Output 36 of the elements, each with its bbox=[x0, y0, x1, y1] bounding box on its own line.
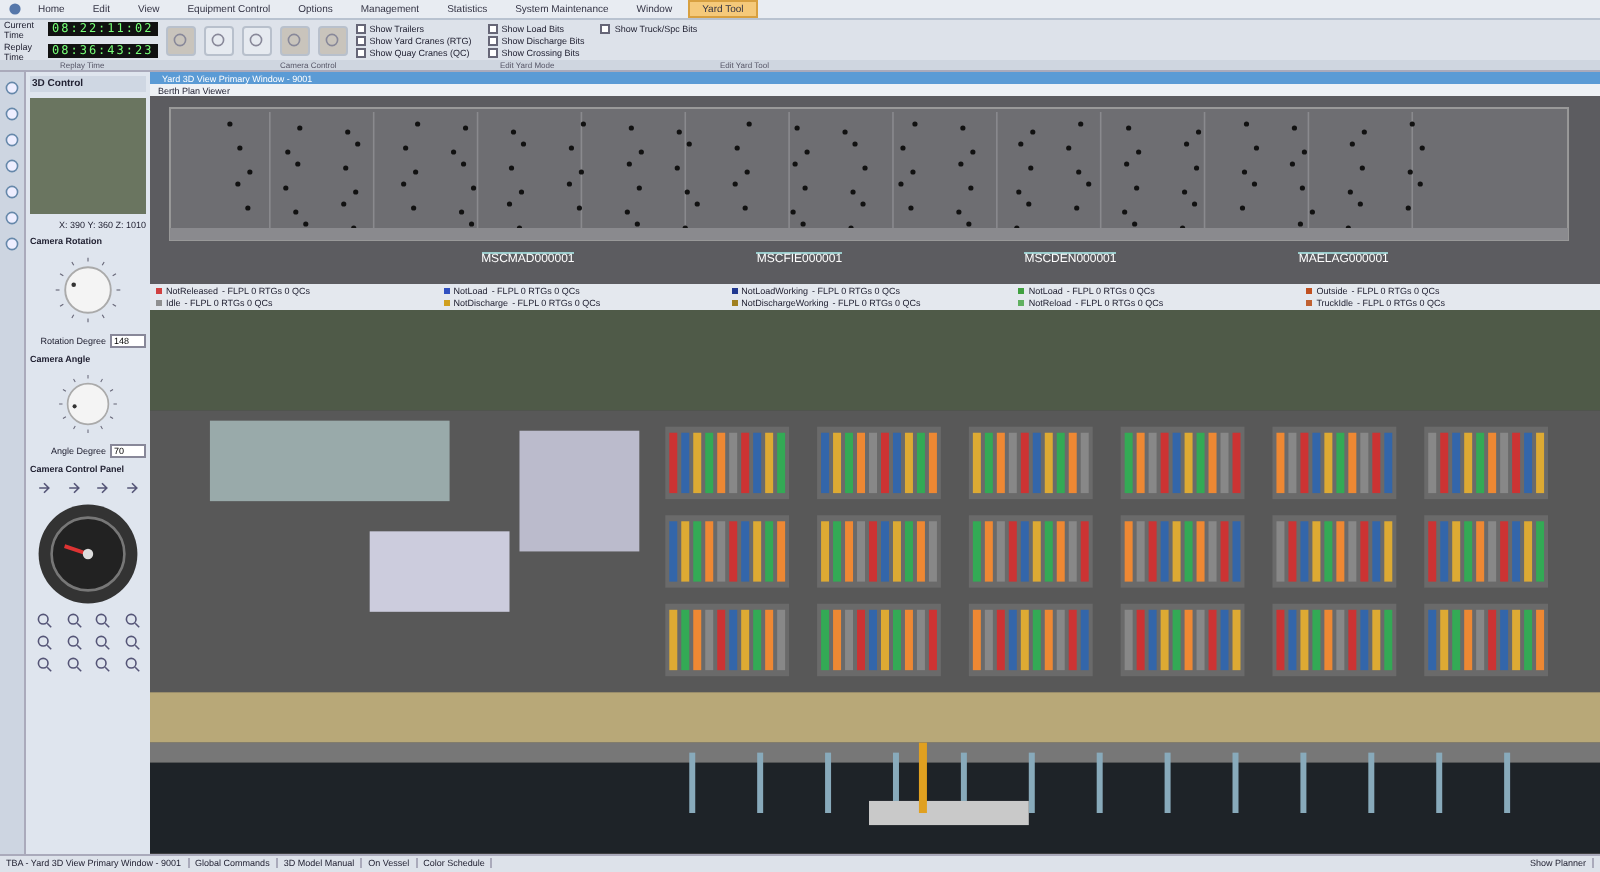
compass-dial[interactable] bbox=[36, 502, 140, 606]
zoom-icon bbox=[65, 656, 82, 672]
zoom-icon bbox=[94, 612, 111, 628]
minimap-placeholder bbox=[30, 98, 146, 214]
app-logo-icon bbox=[8, 2, 22, 16]
zoom-icon bbox=[36, 656, 53, 672]
zoom-icon bbox=[123, 656, 140, 672]
circle-icon bbox=[286, 32, 303, 48]
zoom-icon bbox=[94, 634, 111, 650]
checkbox[interactable] bbox=[487, 23, 498, 33]
circle-icon bbox=[172, 32, 189, 48]
checkbox[interactable] bbox=[600, 23, 611, 33]
ribbon-button[interactable] bbox=[203, 25, 234, 55]
zoom-icon bbox=[123, 634, 140, 650]
arrow-icon bbox=[36, 480, 53, 496]
arrow-icon bbox=[65, 480, 82, 496]
checkbox[interactable] bbox=[355, 23, 366, 33]
ribbon-button[interactable] bbox=[165, 25, 196, 55]
zoom-icon bbox=[94, 656, 111, 672]
checkbox[interactable] bbox=[487, 47, 498, 57]
zoom-icon bbox=[65, 634, 82, 650]
zoom-icon bbox=[123, 612, 140, 628]
arrow-icon bbox=[123, 480, 140, 496]
arrow-icon bbox=[94, 480, 111, 496]
ribbon-button[interactable] bbox=[317, 25, 348, 55]
ribbon-button[interactable] bbox=[279, 25, 310, 55]
zoom-icon bbox=[65, 612, 82, 628]
checkbox[interactable] bbox=[355, 47, 366, 57]
circle-icon bbox=[210, 32, 227, 48]
checkbox[interactable] bbox=[487, 35, 498, 45]
circle-icon bbox=[324, 32, 341, 48]
ribbon-button[interactable] bbox=[241, 25, 272, 55]
circle-icon bbox=[248, 32, 265, 48]
checkbox[interactable] bbox=[355, 35, 366, 45]
zoom-icon bbox=[36, 612, 53, 628]
zoom-icon bbox=[36, 634, 53, 650]
